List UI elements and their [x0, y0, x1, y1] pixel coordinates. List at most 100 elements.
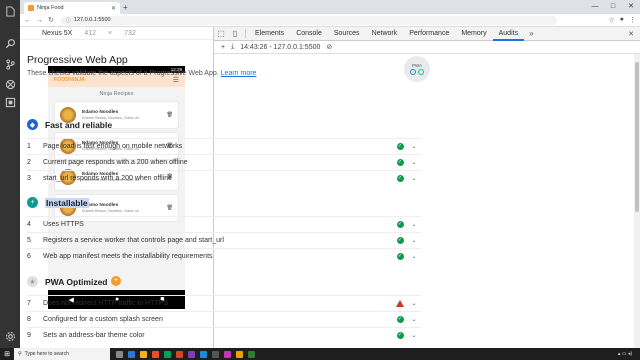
app-icon[interactable] [224, 350, 231, 358]
app-icon[interactable] [248, 350, 255, 358]
audit-row[interactable]: 9 Sets an address-bar theme color ✓ ⌄ [27, 327, 421, 343]
pass-check-icon: ✓ [396, 253, 404, 260]
edge-icon[interactable] [128, 350, 135, 358]
device-toggle-icon[interactable]: ▯ [228, 29, 242, 38]
clear-block-icon[interactable]: ⊘ [326, 43, 332, 51]
audit-row[interactable]: 4 Uses HTTPS ✓ ⌄ [27, 216, 421, 232]
audit-number: 2 [27, 159, 31, 166]
app-icon[interactable] [236, 350, 243, 358]
maximize-button[interactable]: □ [604, 0, 622, 14]
audit-row[interactable]: 6 Web app manifest meets the installabil… [27, 248, 421, 264]
recipe-ingredients: Edame Beans, Noodles, Garlic oil [82, 209, 139, 213]
devtools-tabbar: ⬚ ▯ Elements Console Sources Network Per… [214, 27, 640, 41]
tab-memory[interactable]: Memory [455, 27, 492, 41]
taskbar-search-placeholder: Type here to search [24, 351, 69, 357]
close-tab-icon[interactable]: ✕ [111, 5, 116, 12]
tab-title: Ninja Food [37, 5, 64, 11]
search-icon[interactable] [4, 37, 16, 49]
expand-chevron-icon[interactable]: ⌄ [407, 159, 421, 166]
chrome-icon[interactable] [164, 350, 171, 358]
audit-text: Page load is fast enough on mobile netwo… [43, 143, 183, 150]
explorer-icon[interactable] [4, 5, 16, 17]
audit-row[interactable]: 7 Does not redirect HTTP traffic to HTTP… [27, 295, 421, 311]
delete-trash-icon[interactable]: 🗑 [167, 112, 173, 118]
windows-start-icon[interactable]: ⊞ [0, 350, 14, 358]
audit-row[interactable]: 2 Current page responds with a 200 when … [27, 154, 421, 170]
expand-chevron-icon[interactable]: ⌄ [407, 143, 421, 150]
chrome-menu-icon[interactable]: ⋮ [629, 16, 636, 24]
new-tab-button[interactable]: + [123, 3, 128, 12]
expand-chevron-icon[interactable]: ⌄ [407, 253, 421, 260]
settings-gear-icon[interactable] [4, 330, 16, 342]
device-width[interactable]: 412 [84, 30, 96, 37]
download-icon[interactable]: ⤓ [231, 43, 234, 51]
audit-row[interactable]: 1 Page load is fast enough on mobile net… [27, 138, 421, 154]
tab-network[interactable]: Network [366, 27, 404, 41]
browser-tab[interactable]: Ninja Food ✕ [24, 2, 120, 14]
activity-bar [0, 0, 20, 348]
expand-chevron-icon[interactable]: ⌄ [407, 175, 421, 182]
expand-chevron-icon[interactable]: ⌄ [407, 316, 421, 323]
expand-chevron-icon[interactable]: ⌄ [407, 221, 421, 228]
expand-chevron-icon[interactable]: ⌄ [407, 300, 421, 307]
tab-elements[interactable]: Elements [249, 27, 290, 41]
profile-icon[interactable]: ● [620, 16, 624, 24]
hamburger-menu-icon[interactable]: ☰ [173, 76, 179, 84]
pass-check-icon: ✓ [396, 332, 404, 339]
close-window-button[interactable]: ✕ [622, 0, 640, 14]
delete-trash-icon[interactable]: 🗑 [167, 205, 173, 211]
expand-chevron-icon[interactable]: ⌄ [407, 237, 421, 244]
taskbar-search[interactable]: ⚲ Type here to search [14, 348, 110, 360]
close-devtools-icon[interactable]: ✕ [628, 30, 640, 38]
debug-icon[interactable] [4, 78, 16, 90]
device-select[interactable]: Nexus 5X [42, 30, 72, 37]
bookmark-star-icon[interactable]: ☆ [608, 16, 614, 24]
app-icon[interactable] [176, 350, 183, 358]
audit-text: Web app manifest meets the installabilit… [43, 253, 213, 260]
device-height[interactable]: 732 [124, 30, 136, 37]
minimize-button[interactable]: — [586, 0, 604, 14]
add-recipe-button[interactable]: + [111, 276, 121, 286]
search-icon: ⚲ [18, 351, 22, 357]
windows-taskbar: ⊞ ⚲ Type here to search ▴ ▭ ◂) [0, 348, 640, 360]
firefox-icon[interactable] [152, 350, 159, 358]
tab-performance[interactable]: Performance [403, 27, 455, 41]
audit-text: Registers a service worker that controls… [43, 237, 224, 244]
tab-audits[interactable]: Audits [492, 27, 525, 41]
omnibox[interactable]: ⓘ 127.0.0.1:5500 [60, 15, 557, 25]
reload-icon[interactable]: ↻ [48, 16, 54, 24]
task-view-icon[interactable] [116, 350, 123, 358]
audit-report-select[interactable]: 14:43:26 - 127.0.0.1:5500 [240, 44, 320, 51]
audit-row[interactable]: 8 Configured for a custom splash screen … [27, 311, 421, 327]
system-tray[interactable]: ▴ ▭ ◂) [618, 351, 640, 357]
window-controls: — □ ✕ [586, 0, 640, 14]
phone-frame: 12:29 FOODNINJA ☰ Ninja Recipes Edamo No… [48, 66, 185, 309]
pass-check-icon: ✓ [396, 143, 404, 150]
section-pwa-optimized: ★ PWA Optimized [27, 276, 108, 287]
back-arrow-icon[interactable]: ← [24, 17, 31, 24]
inspect-element-icon[interactable]: ⬚ [214, 29, 228, 38]
source-control-icon[interactable] [4, 58, 16, 70]
extensions-icon[interactable] [4, 96, 16, 108]
app-icon[interactable] [212, 350, 219, 358]
vscode-icon[interactable] [200, 350, 207, 358]
tab-sources[interactable]: Sources [328, 27, 366, 41]
learn-more-link[interactable]: Learn more [221, 70, 257, 77]
info-icon[interactable]: ⓘ [66, 17, 71, 24]
tab-console[interactable]: Console [290, 27, 328, 41]
expand-chevron-icon[interactable]: ⌄ [407, 332, 421, 339]
app-icon[interactable] [188, 350, 195, 358]
audit-row[interactable]: 3 start_url responds with a 200 when off… [27, 170, 421, 186]
more-tabs-icon[interactable]: » [524, 29, 538, 38]
new-audit-plus-icon[interactable]: + [221, 44, 225, 51]
file-explorer-icon[interactable] [140, 350, 147, 358]
recipe-name: Edamo Noodles [82, 110, 119, 115]
shield-icon: ◆ [27, 119, 38, 130]
forward-arrow-icon[interactable]: → [36, 17, 43, 24]
section-title: Fast and reliable [45, 119, 113, 130]
section-title: PWA Optimized [45, 276, 108, 287]
report-scrollbar[interactable] [634, 54, 640, 348]
scrollbar-thumb[interactable] [635, 62, 639, 212]
url-text: 127.0.0.1:5500 [73, 17, 111, 23]
audit-row[interactable]: 5 Registers a service worker that contro… [27, 232, 421, 248]
